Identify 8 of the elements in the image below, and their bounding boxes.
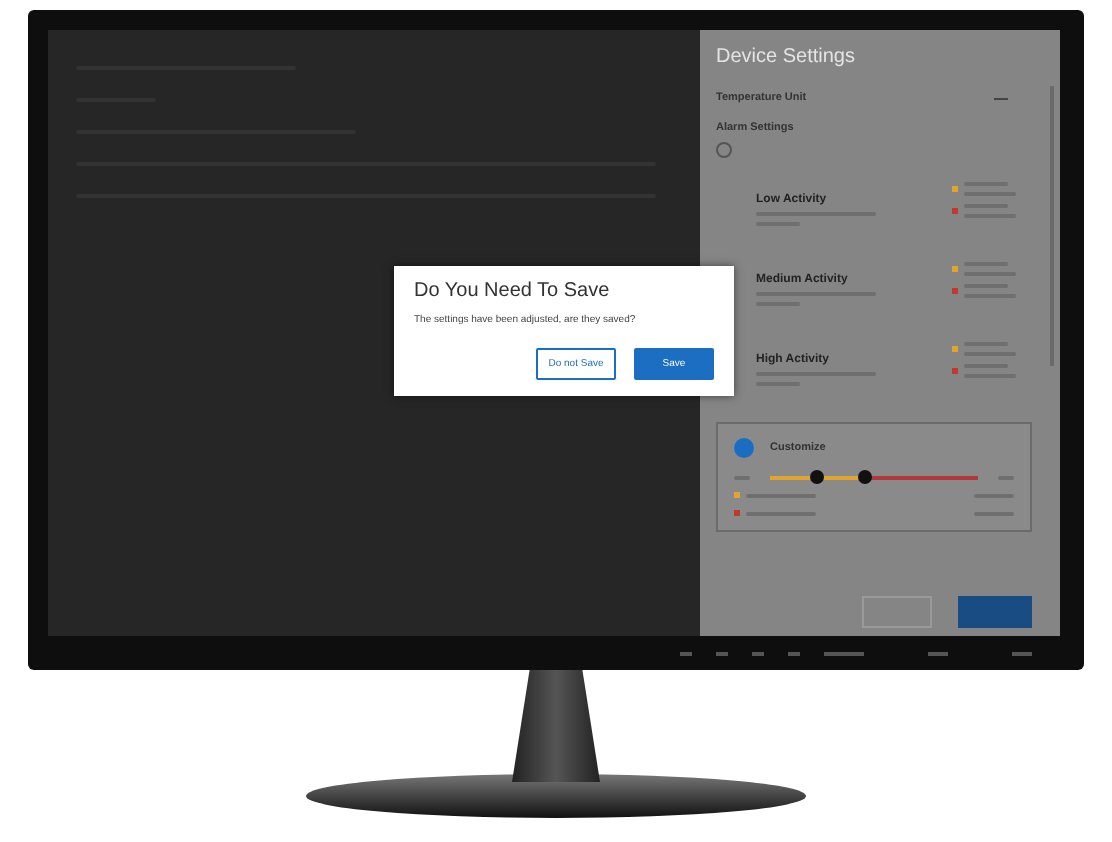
dropdown-dash-icon[interactable]: [994, 97, 1008, 99]
panel-title: Device Settings: [716, 46, 857, 68]
slider-thumb[interactable]: [857, 470, 872, 484]
slider-thumb[interactable]: [809, 470, 824, 484]
customize-checkbox[interactable]: [734, 438, 754, 458]
dialog-title: Do You Need To Save: [414, 280, 612, 302]
alarm-checkbox[interactable]: [716, 142, 732, 158]
primary-button[interactable]: [958, 596, 1032, 628]
